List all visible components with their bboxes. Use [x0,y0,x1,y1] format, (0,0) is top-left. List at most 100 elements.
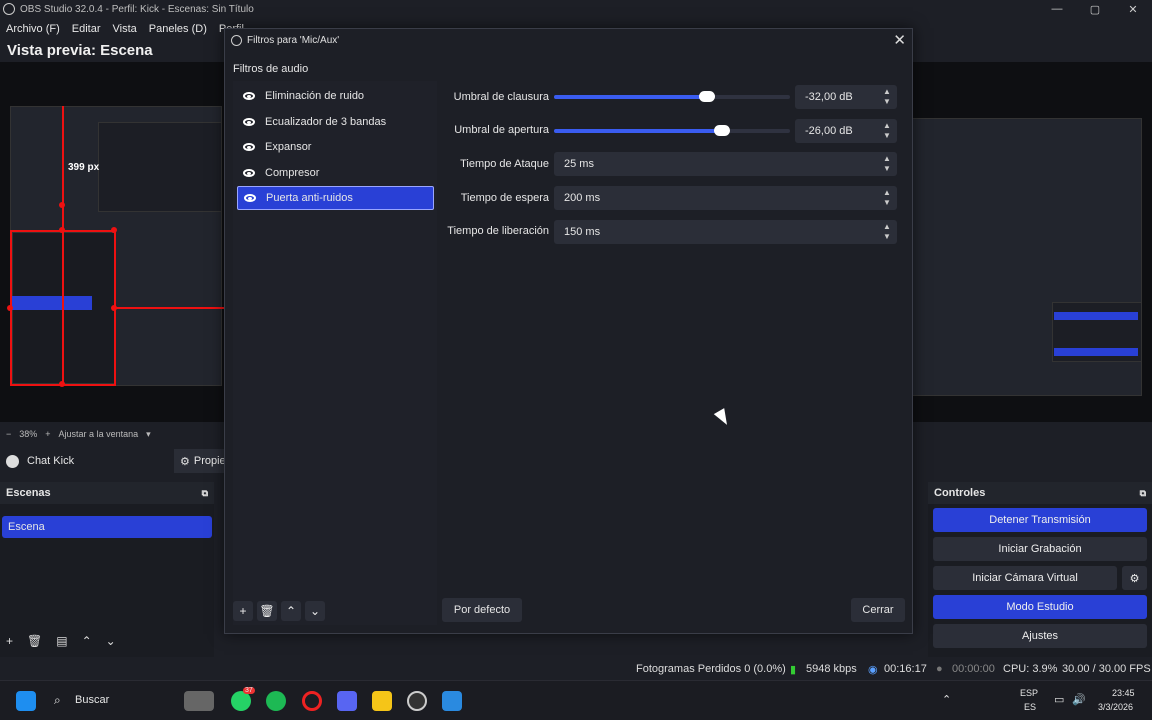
filter-icon[interactable]: ▤ [56,634,67,648]
zoom-bar: − 38% + Ajustar a la ventana ▾ [0,425,224,443]
discord-icon[interactable] [337,691,357,711]
start-recording-button[interactable]: Iniciar Grabación [933,537,1147,561]
hold-time-input[interactable]: 200 ms ▲ ▼ [554,186,897,210]
filter-item-noise-suppression[interactable]: Eliminación de ruido [237,84,434,108]
spin-arrows-icon[interactable]: ▲ ▼ [877,85,897,109]
scene-toolbar: + 🗑 ▤ ⌃ ⌄ [6,634,116,648]
transform-handle[interactable] [59,227,65,233]
slider-fill [554,129,722,133]
settings-button[interactable]: Ajustes [933,624,1147,648]
virtual-camera-settings-icon[interactable]: ⚙ [1122,566,1147,590]
undock-icon[interactable]: ⧉ [202,488,208,499]
close-threshold-slider[interactable] [554,91,790,102]
opera-icon[interactable] [302,691,322,711]
slider-handle[interactable] [699,91,716,102]
zoom-level: 38% [19,429,38,439]
close-window-icon[interactable]: ✕ [1114,3,1152,16]
search-icon[interactable]: ⌕ [54,693,61,708]
filter-item-3band-eq[interactable]: Ecualizador de 3 bandas [237,110,434,134]
spin-arrows-icon[interactable]: ▲ ▼ [877,186,897,210]
controls-header: Controles ⧉ [928,482,1152,504]
fit-window-select[interactable]: Ajustar a la ventana [59,429,139,439]
properties-button[interactable]: ⚙ Propie [174,449,226,473]
spotify-icon[interactable] [266,691,286,711]
close-threshold-value: -32,00 dB [805,91,853,103]
filter-item-compressor[interactable]: Compresor [237,161,434,185]
frames-dropped: Fotogramas Perdidos 0 (0.0%) [636,663,786,675]
properties-label: Propie [193,455,226,467]
audio-filters-label: Filtros de audio [233,63,309,75]
trash-icon[interactable]: 🗑 [27,634,42,648]
app-window-icon[interactable] [442,691,462,711]
preview-title: Vista previa: Escena [7,42,153,59]
close-icon[interactable]: ✕ [893,31,906,49]
release-time-input[interactable]: 150 ms ▲ ▼ [554,220,897,244]
menu-view[interactable]: Vista [107,23,143,35]
menu-docks[interactable]: Paneles (D) [143,23,213,35]
maximize-icon[interactable]: ▢ [1076,3,1114,16]
transform-handle[interactable] [111,305,117,311]
eye-icon[interactable] [243,118,255,126]
network-icon[interactable]: ▭ [1054,693,1064,706]
whatsapp-icon[interactable] [231,691,251,711]
transform-handle[interactable] [7,305,13,311]
scene-item[interactable]: Escena [2,516,212,538]
filter-label: Ecualizador de 3 bandas [265,116,387,128]
move-down-icon[interactable]: ⌄ [106,634,116,648]
volume-icon[interactable]: 🔊 [1072,693,1086,706]
menu-edit[interactable]: Editar [66,23,107,35]
spin-arrows-icon[interactable]: ▲ ▼ [877,152,897,176]
start-virtual-camera-button[interactable]: Iniciar Cámara Virtual [933,566,1117,590]
spin-arrows-icon[interactable]: ▲ ▼ [877,220,897,244]
minimize-icon[interactable]: — [1038,3,1076,16]
preview-canvas-right [912,62,1152,422]
windows-start-icon[interactable] [16,691,36,711]
close-button[interactable]: Cerrar [851,598,905,622]
chevron-down-icon[interactable]: ▾ [146,429,151,440]
close-threshold-input[interactable]: -32,00 dB ▲ ▼ [795,85,897,109]
move-down-icon[interactable]: ⌄ [305,601,325,621]
obs-taskbar-icon[interactable] [407,691,427,711]
filter-list-toolbar: + 🗑 ⌃ ⌄ [233,601,325,621]
lang-bottom[interactable]: ES [1024,702,1036,712]
eye-icon[interactable] [244,194,256,202]
preview-canvas[interactable]: 399 px [0,62,224,422]
transform-handle[interactable] [111,227,117,233]
eye-icon[interactable] [243,143,255,151]
stop-streaming-button[interactable]: Detener Transmisión [933,508,1147,532]
chat-kick-label: Chat Kick [27,455,75,467]
defaults-button[interactable]: Por defecto [442,598,522,622]
lang-top[interactable]: ESP [1020,688,1038,698]
news-widget-icon[interactable] [184,691,214,711]
zoom-out-button[interactable]: − [6,429,11,439]
eye-icon[interactable] [243,92,255,100]
trash-icon[interactable]: 🗑 [257,601,277,621]
undock-icon[interactable]: ⧉ [1140,488,1146,499]
open-threshold-input[interactable]: -26,00 dB ▲ ▼ [795,119,897,143]
clock-date[interactable]: 3/3/2026 [1098,702,1133,712]
add-filter-icon[interactable]: + [233,601,253,621]
zoom-in-button[interactable]: + [45,429,50,439]
transform-handle[interactable] [59,381,65,387]
clock-time[interactable]: 23:45 [1112,688,1135,698]
filter-item-noise-gate[interactable]: Puerta anti-ruidos [237,186,434,210]
transform-handle[interactable] [59,202,65,208]
studio-mode-button[interactable]: Modo Estudio [933,595,1147,619]
move-up-icon[interactable]: ⌃ [281,601,301,621]
hold-time-label: Tiempo de espera [460,192,549,204]
folder-icon[interactable] [372,691,392,711]
slider-handle[interactable] [713,125,730,136]
filter-item-expander[interactable]: Expansor [237,135,434,159]
chevron-up-icon[interactable]: ⌃ [942,693,951,706]
scenes-panel: Escenas ⧉ Escena [0,482,214,657]
add-scene-icon[interactable]: + [6,634,13,648]
obs-logo-icon [231,34,242,46]
eye-icon[interactable] [243,169,255,177]
taskbar-search[interactable]: Buscar [75,694,109,706]
chat-kick-dock[interactable]: Chat Kick [6,449,74,473]
attack-time-input[interactable]: 25 ms ▲ ▼ [554,152,897,176]
menu-file[interactable]: Archivo (F) [0,23,66,35]
open-threshold-slider[interactable] [554,125,790,136]
spin-arrows-icon[interactable]: ▲ ▼ [877,119,897,143]
move-up-icon[interactable]: ⌃ [82,634,92,648]
